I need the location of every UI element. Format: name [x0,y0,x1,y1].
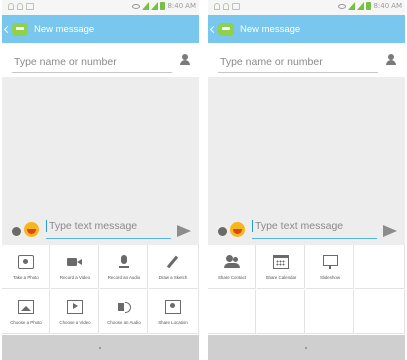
attach-empty-slot [208,290,256,334]
video-camera-icon [67,255,83,269]
calendar-icon [273,255,289,269]
compose-row: Type text message [208,211,405,245]
attach-icon[interactable] [12,227,21,236]
attach-record-video[interactable]: Record a Video [51,245,99,289]
add-contact-icon[interactable] [385,54,397,66]
image-icon [18,300,34,314]
attach-slideshow[interactable]: Slideshow [306,245,354,289]
back-chevron-icon[interactable] [209,25,218,33]
status-ampm: AM [391,2,402,10]
navigation-bar [208,335,405,360]
attach-empty-slot [355,245,405,289]
emoji-icon[interactable] [230,222,245,237]
phone-screen-right: 8:40 AM New message Type name or number … [208,0,405,360]
slideshow-icon [322,255,338,269]
pencil-icon [165,255,181,269]
attach-choose-video[interactable]: Choose a Video [51,290,99,334]
action-bar-title: New message [240,23,301,35]
action-bar[interactable]: New message [2,15,199,43]
recipient-row: Type name or number [2,43,199,77]
phone-screen-left: 8:40 AM New message Type name or number … [2,0,199,360]
microphone-icon [116,255,132,269]
message-input[interactable]: Type text message [252,220,343,232]
compose-row: Type text message [2,211,199,245]
recipient-input[interactable]: Type name or number [14,56,117,68]
attach-share-location[interactable]: Share Location [149,290,199,334]
screenshot: 8:40 AM New message Type name or number … [0,0,407,360]
play-icon [67,300,83,314]
send-icon[interactable] [177,225,191,237]
send-icon[interactable] [383,225,397,237]
signal-icon [142,2,150,10]
attach-empty-slot [306,290,354,334]
attachment-panel: Share Contact Share Calendar Slideshow [208,245,405,335]
battery-icon [366,2,372,10]
recipient-row: Type name or number [208,43,405,77]
recipient-underline [218,72,378,73]
usb-icon [214,3,220,10]
message-input[interactable]: Type text message [46,220,137,232]
status-bar: 8:40 AM [2,0,199,15]
navigation-bar [2,335,199,360]
attach-share-contact[interactable]: Share Contact [208,245,256,289]
eye-icon [338,3,347,9]
message-input-underline [46,238,171,239]
attachment-panel: Take a Photo Record a Video Record an Au… [2,245,199,335]
recipient-underline [12,72,172,73]
attach-icon[interactable] [218,227,227,236]
attach-draw-sketch[interactable]: Draw a Sketch [149,245,199,289]
message-thread-area [2,77,199,211]
nav-dot-icon [99,347,101,349]
back-chevron-icon[interactable] [3,25,12,33]
attach-record-audio[interactable]: Record an Audio [100,245,148,289]
messaging-app-icon[interactable] [218,22,234,36]
emoji-icon[interactable] [24,222,39,237]
status-time: 8:40 [373,2,390,10]
message-thread-area [208,77,405,211]
attach-empty-slot [355,290,405,334]
attach-empty-slot [257,290,305,334]
action-bar[interactable]: New message [208,15,405,43]
battery-icon [160,2,166,10]
message-input-underline [252,238,377,239]
speaker-icon [116,300,132,314]
status-ampm: AM [185,2,196,10]
action-bar-title: New message [34,23,95,35]
add-contact-icon[interactable] [179,54,191,66]
usb-icon [8,3,14,10]
signal-icon [348,2,356,10]
attach-choose-photo[interactable]: Choose a Photo [2,290,50,334]
eye-icon [132,3,141,9]
status-bar: 8:40 AM [208,0,405,15]
contacts-icon [224,255,240,269]
recipient-input[interactable]: Type name or number [220,56,323,68]
gallery-notification-icon [232,3,240,10]
signal-icon-2 [357,2,365,10]
notification-icon [17,3,23,10]
attach-choose-audio[interactable]: Choose an Audio [100,290,148,334]
notification-icon [223,3,229,10]
status-time: 8:40 [167,2,184,10]
messaging-app-icon[interactable] [12,22,28,36]
camera-icon [18,255,34,269]
gallery-notification-icon [26,3,34,10]
nav-dot-icon [305,347,307,349]
map-icon [165,300,181,314]
signal-icon-2 [151,2,159,10]
attach-share-calendar[interactable]: Share Calendar [257,245,305,289]
attach-take-photo[interactable]: Take a Photo [2,245,50,289]
